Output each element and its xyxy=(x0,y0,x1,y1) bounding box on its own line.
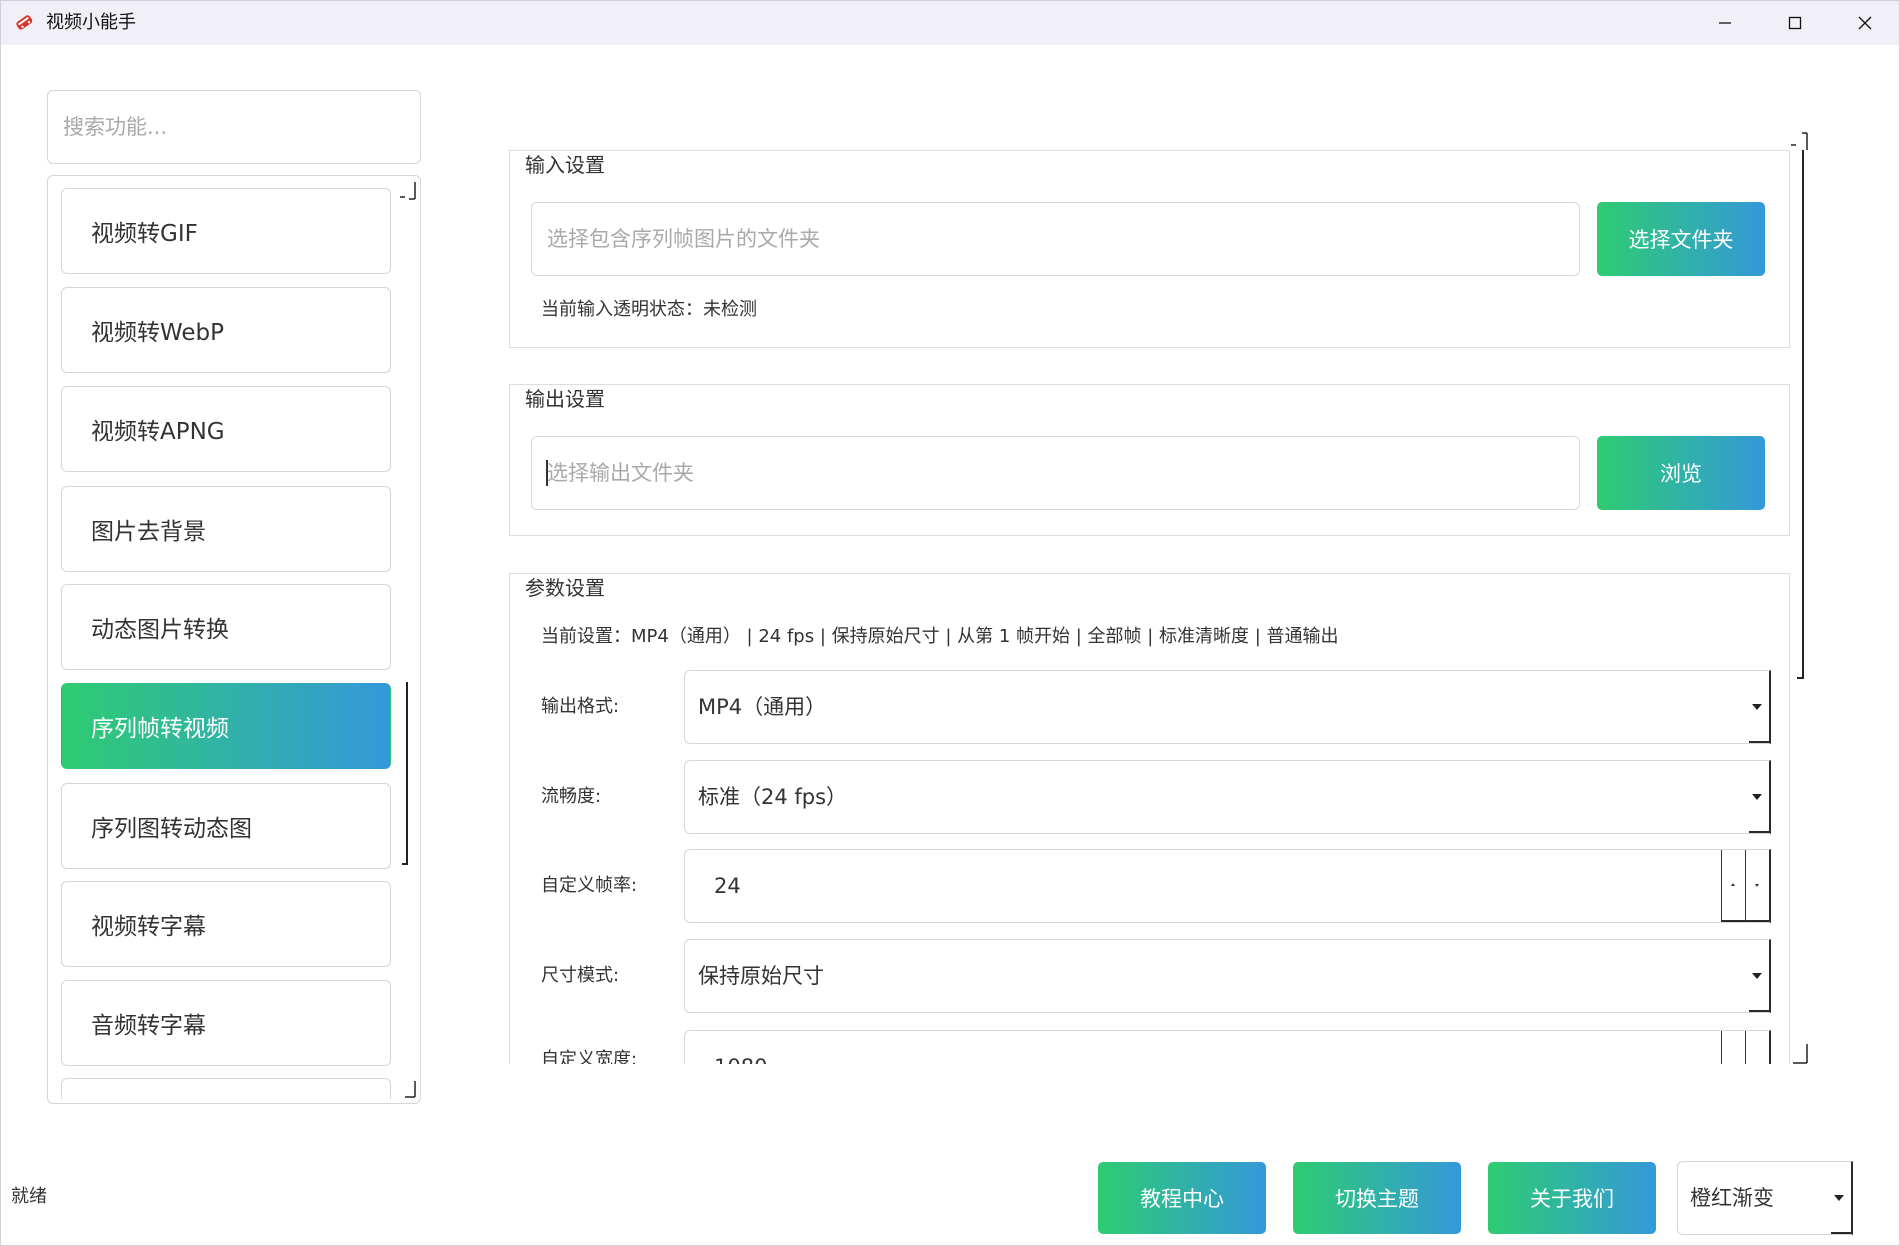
app-window: 视频小能手 视频转GIF 视频转WebP xyxy=(0,0,1900,1246)
group-title: 输入设置 xyxy=(525,153,605,177)
maximize-button[interactable] xyxy=(1760,0,1830,45)
spin-up-button[interactable] xyxy=(1721,850,1745,922)
settings-scrollbar-thumb[interactable] xyxy=(1802,150,1804,679)
dropdown-corner xyxy=(1749,831,1769,833)
spinbox-value: 24 xyxy=(714,874,741,898)
arrow-up-icon xyxy=(1731,883,1735,886)
input-folder-field[interactable] xyxy=(531,202,1580,276)
theme-select[interactable]: 橙红渐变 xyxy=(1677,1161,1853,1235)
close-icon xyxy=(1858,16,1872,29)
list-scrollbar-thumb[interactable] xyxy=(406,682,408,865)
smoothness-label: 流畅度: xyxy=(541,786,602,807)
custom-fps-spinbox[interactable]: 24 xyxy=(684,849,1771,923)
sidebar-item-label: 图片去背景 xyxy=(91,519,206,545)
minimize-icon xyxy=(1719,21,1731,24)
spinbox-value: 1080 xyxy=(714,1055,767,1064)
transparency-status: 当前输入透明状态：未检测 xyxy=(541,299,757,320)
sidebar-item-label: 音频转字幕 xyxy=(91,1013,206,1039)
spin-down-button[interactable] xyxy=(1745,850,1769,922)
settings-scroll-area[interactable]: 输入设置 选择文件夹 当前输入透明状态：未检测 输出设置 浏览 参数设置 当前设… xyxy=(500,136,1790,1064)
custom-width-spinbox[interactable]: 1080 xyxy=(684,1030,1771,1064)
settings-scroll-down-arrow[interactable] xyxy=(1789,1043,1811,1065)
group-title: 参数设置 xyxy=(525,576,605,600)
sidebar-item-video-to-subtitle[interactable]: 视频转字幕 xyxy=(61,881,391,967)
spin-up-button[interactable] xyxy=(1721,1031,1745,1064)
sidebar-item-label: 视频转GIF xyxy=(91,221,198,247)
sidebar-item-label: 序列帧转视频 xyxy=(91,716,229,742)
search-input[interactable] xyxy=(47,90,421,164)
sidebar-item-video-to-webp[interactable]: 视频转WebP xyxy=(61,287,391,373)
dropdown-corner xyxy=(1831,1232,1851,1234)
close-button[interactable] xyxy=(1830,0,1900,45)
chevron-down-icon xyxy=(1752,973,1762,979)
size-mode-label: 尺寸模式: xyxy=(541,965,620,986)
chevron-down-icon xyxy=(1752,794,1762,800)
sidebar-item-label: 视频转APNG xyxy=(91,419,225,445)
list-scrollbar-thumb-foot xyxy=(402,863,408,865)
smoothness-select[interactable]: 标准（24 fps） xyxy=(684,760,1771,834)
parameter-settings-group: 参数设置 当前设置：MP4（通用） | 24 fps | 保持原始尺寸 | 从第… xyxy=(509,573,1790,1064)
dropdown-corner xyxy=(1749,741,1769,743)
arrow-down-icon xyxy=(1755,884,1759,887)
tutorial-center-button[interactable]: 教程中心 xyxy=(1098,1162,1266,1234)
maximize-icon xyxy=(1788,16,1802,29)
current-settings-summary: 当前设置：MP4（通用） | 24 fps | 保持原始尺寸 | 从第 1 帧开… xyxy=(541,626,1339,647)
dropdown-corner xyxy=(1749,1010,1769,1012)
sidebar-item-video-to-apng[interactable]: 视频转APNG xyxy=(61,386,391,472)
switch-theme-button[interactable]: 切换主题 xyxy=(1293,1162,1461,1234)
settings-scrollbar-thumb-foot xyxy=(1797,677,1803,679)
status-text: 就绪 xyxy=(11,1186,47,1207)
window-title: 视频小能手 xyxy=(46,12,136,33)
sidebar-item-label: 动态图片转换 xyxy=(91,617,229,643)
custom-fps-label: 自定义帧率: xyxy=(541,875,638,896)
sidebar-item-label: 序列图转动态图 xyxy=(91,816,252,842)
select-value: MP4（通用） xyxy=(698,695,827,719)
group-title: 输出设置 xyxy=(525,387,605,411)
select-value: 橙红渐变 xyxy=(1690,1186,1774,1210)
title-bar[interactable]: 视频小能手 xyxy=(0,0,1900,45)
sidebar-item-video-to-gif[interactable]: 视频转GIF xyxy=(61,188,391,274)
select-value: 保持原始尺寸 xyxy=(698,964,824,988)
size-mode-select[interactable]: 保持原始尺寸 xyxy=(684,939,1771,1013)
sidebar-item-frames-to-animation[interactable]: 序列图转动态图 xyxy=(61,783,391,869)
minimize-button[interactable] xyxy=(1690,0,1760,45)
feature-list-viewport: 视频转GIF 视频转WebP 视频转APNG 图片去背景 动态图片转换 序列帧转… xyxy=(48,176,420,1099)
sidebar-item-audio-to-subtitle[interactable]: 音频转字幕 xyxy=(61,980,391,1066)
text-caret xyxy=(546,460,548,486)
list-scroll-down-arrow[interactable] xyxy=(399,1080,419,1100)
select-value: 标准（24 fps） xyxy=(698,785,848,809)
list-scroll-up-arrow[interactable] xyxy=(397,180,419,202)
custom-width-label: 自定义宽度: xyxy=(541,1049,638,1064)
sidebar-item-remove-background[interactable]: 图片去背景 xyxy=(61,486,391,572)
list-item[interactable] xyxy=(61,1078,391,1099)
feature-list[interactable]: 视频转GIF 视频转WebP 视频转APNG 图片去背景 动态图片转换 序列帧转… xyxy=(47,175,421,1104)
app-logo-icon xyxy=(16,15,33,30)
chevron-down-icon xyxy=(1752,704,1762,710)
sidebar-item-label: 视频转WebP xyxy=(91,320,225,346)
output-format-select[interactable]: MP4（通用） xyxy=(684,670,1771,744)
chevron-down-icon xyxy=(1834,1195,1844,1201)
select-folder-button[interactable]: 选择文件夹 xyxy=(1597,202,1765,276)
about-us-button[interactable]: 关于我们 xyxy=(1488,1162,1656,1234)
input-settings-group: 输入设置 选择文件夹 当前输入透明状态：未检测 xyxy=(509,150,1790,348)
sidebar-item-label: 视频转字幕 xyxy=(91,914,206,940)
spin-down-button[interactable] xyxy=(1745,1031,1769,1064)
sidebar-item-animated-image-convert[interactable]: 动态图片转换 xyxy=(61,584,391,670)
output-format-label: 输出格式: xyxy=(541,696,620,717)
output-settings-group: 输出设置 浏览 xyxy=(509,384,1790,536)
output-folder-field[interactable] xyxy=(531,436,1580,510)
browse-button[interactable]: 浏览 xyxy=(1597,436,1765,510)
settings-scroll-up-arrow[interactable] xyxy=(1789,132,1811,152)
sidebar-item-frames-to-video[interactable]: 序列帧转视频 xyxy=(61,683,391,769)
